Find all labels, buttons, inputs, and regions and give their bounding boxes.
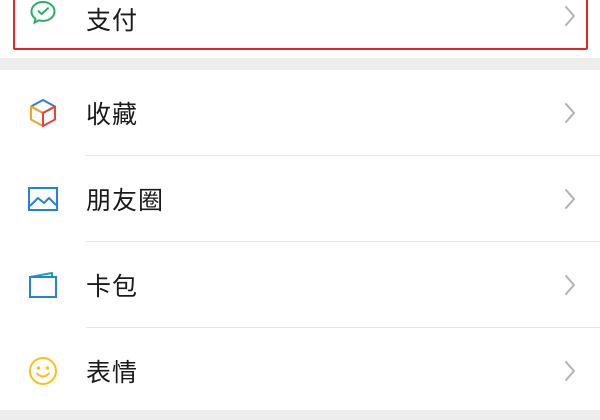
menu-item-stickers[interactable]: 表情 xyxy=(0,328,600,414)
settings-screen: 支付 收藏 朋友圈 卡包 表情 xyxy=(0,0,600,420)
menu-item-label: 收藏 xyxy=(86,100,139,129)
menu-item-card-wallet[interactable]: 卡包 xyxy=(0,242,600,328)
menu-item-favorites[interactable]: 收藏 xyxy=(0,70,600,156)
menu-item-label: 表情 xyxy=(86,358,139,387)
menu-item-label: 卡包 xyxy=(86,272,139,301)
chevron-right-icon xyxy=(562,3,578,29)
smiley-icon xyxy=(26,354,60,388)
menu-list: 收藏 朋友圈 卡包 表情 xyxy=(0,70,600,410)
pay-group: 支付 xyxy=(0,0,600,58)
cube-icon xyxy=(26,96,60,130)
chevron-right-icon xyxy=(562,100,578,126)
chevron-right-icon xyxy=(562,272,578,298)
menu-item-moments[interactable]: 朋友圈 xyxy=(0,156,600,242)
wallet-card-icon xyxy=(26,268,60,302)
chevron-right-icon xyxy=(562,186,578,212)
wechat-pay-icon xyxy=(26,0,60,30)
chevron-right-icon xyxy=(562,358,578,384)
menu-item-label: 支付 xyxy=(86,6,139,35)
picture-icon xyxy=(26,182,60,216)
menu-item-pay[interactable]: 支付 xyxy=(0,0,600,58)
menu-item-label: 朋友圈 xyxy=(86,186,165,215)
